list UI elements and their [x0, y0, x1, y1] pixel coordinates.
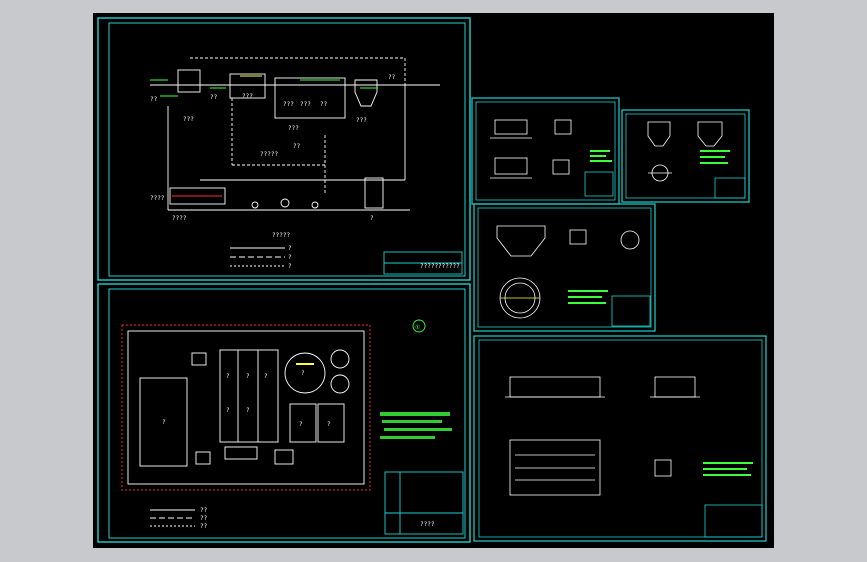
label: ? [370, 215, 374, 222]
label: ?? [320, 101, 328, 108]
legend-item: ?? [200, 507, 208, 514]
title-block-text: ??????????? [420, 263, 460, 270]
tank-label: ? [226, 407, 230, 414]
tank-label: ? [246, 373, 250, 380]
label: ???? [172, 215, 187, 222]
tank-label: ? [246, 407, 250, 414]
label: ????? [272, 232, 290, 239]
label: ??? [183, 116, 194, 123]
tank-label: ? [264, 373, 268, 380]
legend-item: ? [288, 245, 292, 252]
cad-drawing-canvas: ?? ??? ?? ??? ??? ??? ?? ?? ??? ?? ??? ?… [93, 13, 774, 548]
legend-item: ?? [200, 523, 208, 530]
label: ?? [150, 96, 158, 103]
label: ??? [242, 93, 253, 100]
title-block-text: ???? [420, 521, 435, 528]
label: ???? [150, 195, 165, 202]
label: ????? [260, 151, 278, 158]
tank-label: ? [301, 370, 305, 377]
label: ?? [293, 143, 301, 150]
circle-marker: ① [415, 324, 420, 331]
tank-label: ? [327, 421, 331, 428]
label: ?? [388, 74, 396, 81]
legend-item: ? [288, 263, 292, 270]
label: ??? [283, 101, 294, 108]
label: ??? [356, 117, 367, 124]
legend-item: ?? [200, 515, 208, 522]
label: ?? [210, 94, 218, 101]
label: ??? [288, 125, 299, 132]
tank-label: ? [162, 419, 166, 426]
label: ??? [300, 101, 311, 108]
tank-label: ? [226, 373, 230, 380]
legend-item: ? [288, 254, 292, 261]
tank-label: ? [299, 421, 303, 428]
